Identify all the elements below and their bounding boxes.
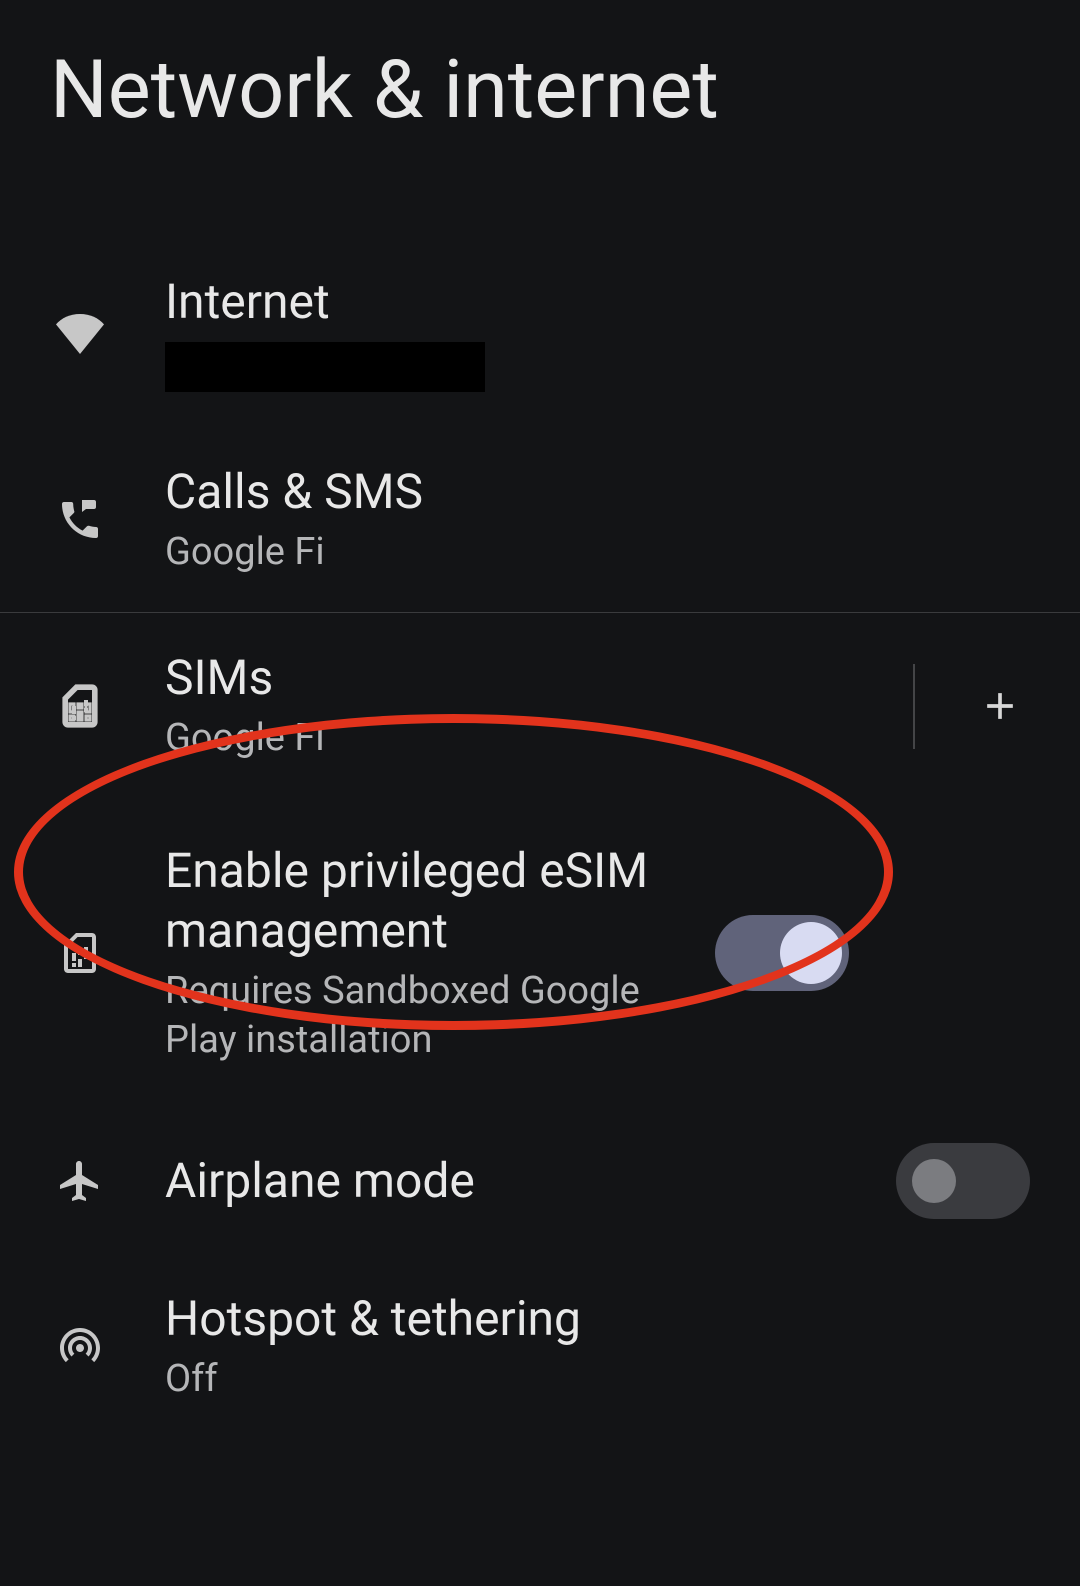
esim-toggle[interactable] — [715, 915, 849, 991]
calls-sms-title: Calls & SMS — [165, 462, 1030, 522]
wifi-icon — [50, 302, 110, 362]
esim-title: Enable privileged eSIM management — [165, 841, 695, 961]
setting-hotspot[interactable]: Hotspot & tethering Off — [0, 1254, 1080, 1439]
esim-subtitle: Requires Sandboxed Google Play installat… — [165, 967, 695, 1066]
airplane-toggle[interactable] — [896, 1143, 1030, 1219]
setting-esim-management[interactable]: Enable privileged eSIM management Requir… — [0, 799, 1080, 1108]
setting-calls-sms[interactable]: Calls & SMS Google Fi — [0, 427, 1080, 612]
airplane-icon — [50, 1151, 110, 1211]
sims-subtitle: Google Fi — [165, 714, 893, 763]
redacted-subtitle — [165, 342, 485, 392]
setting-internet[interactable]: Internet — [0, 237, 1080, 427]
hotspot-icon — [50, 1316, 110, 1376]
sim-card-icon — [50, 676, 110, 736]
phone-message-icon — [50, 490, 110, 550]
calls-sms-subtitle: Google Fi — [165, 528, 1030, 577]
sim-card-icon — [50, 923, 110, 983]
internet-title: Internet — [165, 272, 1030, 332]
airplane-title: Airplane mode — [165, 1151, 876, 1211]
add-sim-button[interactable] — [970, 676, 1030, 736]
hotspot-subtitle: Off — [165, 1355, 1030, 1404]
setting-sims[interactable]: SIMs Google Fi — [0, 613, 1080, 798]
page-title: Network & internet — [0, 0, 1080, 237]
sims-title: SIMs — [165, 648, 893, 708]
setting-airplane-mode[interactable]: Airplane mode — [0, 1108, 1080, 1254]
hotspot-title: Hotspot & tethering — [165, 1289, 1030, 1349]
settings-list: Internet Calls & SMS Google Fi SIMs Goog… — [0, 237, 1080, 1439]
vertical-divider — [913, 664, 915, 749]
